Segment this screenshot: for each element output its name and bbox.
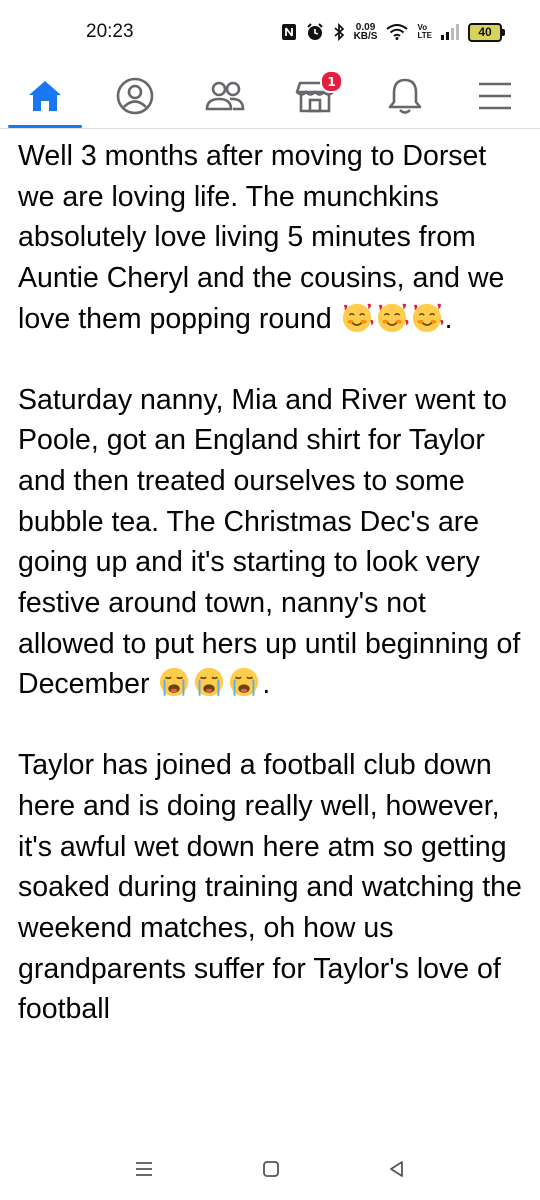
nav-notifications[interactable]	[360, 64, 450, 128]
signal-icon	[441, 24, 459, 40]
post-paragraph-2-text: Saturday nanny, Mia and River went to Po…	[18, 383, 521, 701]
net-speed: 0.09 KB/S	[353, 23, 378, 42]
volte-indicator: Vo LTE	[417, 24, 432, 40]
net-speed-unit: KB/S	[353, 31, 378, 42]
friends-icon	[205, 81, 245, 111]
loudly-crying-face-icon	[157, 668, 262, 700]
status-bar: 20:23 0.09 KB/S Vo LTE 40	[0, 0, 540, 64]
profile-icon	[116, 77, 154, 115]
post-paragraph-2-end: .	[262, 668, 271, 701]
post-paragraph-1: Well 3 months after moving to Dorset we …	[18, 136, 528, 340]
home-icon	[29, 81, 61, 111]
nav-home[interactable]	[0, 64, 90, 128]
status-icons: 0.09 KB/S Vo LTE 40	[281, 22, 505, 42]
bluetooth-icon	[333, 23, 345, 41]
recent-apps-icon[interactable]	[134, 1160, 154, 1182]
post-body: Well 3 months after moving to Dorset we …	[18, 136, 528, 1030]
post-paragraph-1-end: .	[444, 302, 453, 335]
wifi-icon	[386, 24, 409, 40]
smiling-face-with-hearts-icon	[340, 303, 445, 335]
battery-indicator: 40	[468, 22, 505, 42]
hamburger-icon	[479, 82, 511, 110]
back-triangle-icon[interactable]	[388, 1160, 406, 1182]
nav-menu[interactable]	[450, 64, 540, 128]
nav-friends[interactable]	[180, 64, 270, 128]
main-nav: 1	[0, 64, 540, 129]
marketplace-badge: 1	[320, 70, 343, 93]
nfc-icon	[281, 23, 297, 41]
post-paragraph-3: Taylor has joined a football club down h…	[18, 745, 528, 1030]
nav-marketplace[interactable]: 1	[270, 64, 360, 128]
bell-icon	[388, 78, 422, 114]
post-paragraph-2: Saturday nanny, Mia and River went to Po…	[18, 380, 528, 706]
status-time: 20:23	[86, 21, 134, 42]
alarm-icon	[306, 23, 324, 41]
nav-profile[interactable]	[90, 64, 180, 128]
home-square-icon[interactable]	[262, 1160, 280, 1182]
post-paragraph-3-text: Taylor has joined a football club down h…	[18, 749, 522, 1026]
battery-level: 40	[478, 25, 492, 39]
system-nav-bar	[0, 1142, 540, 1200]
volte-bottom: LTE	[417, 31, 432, 40]
